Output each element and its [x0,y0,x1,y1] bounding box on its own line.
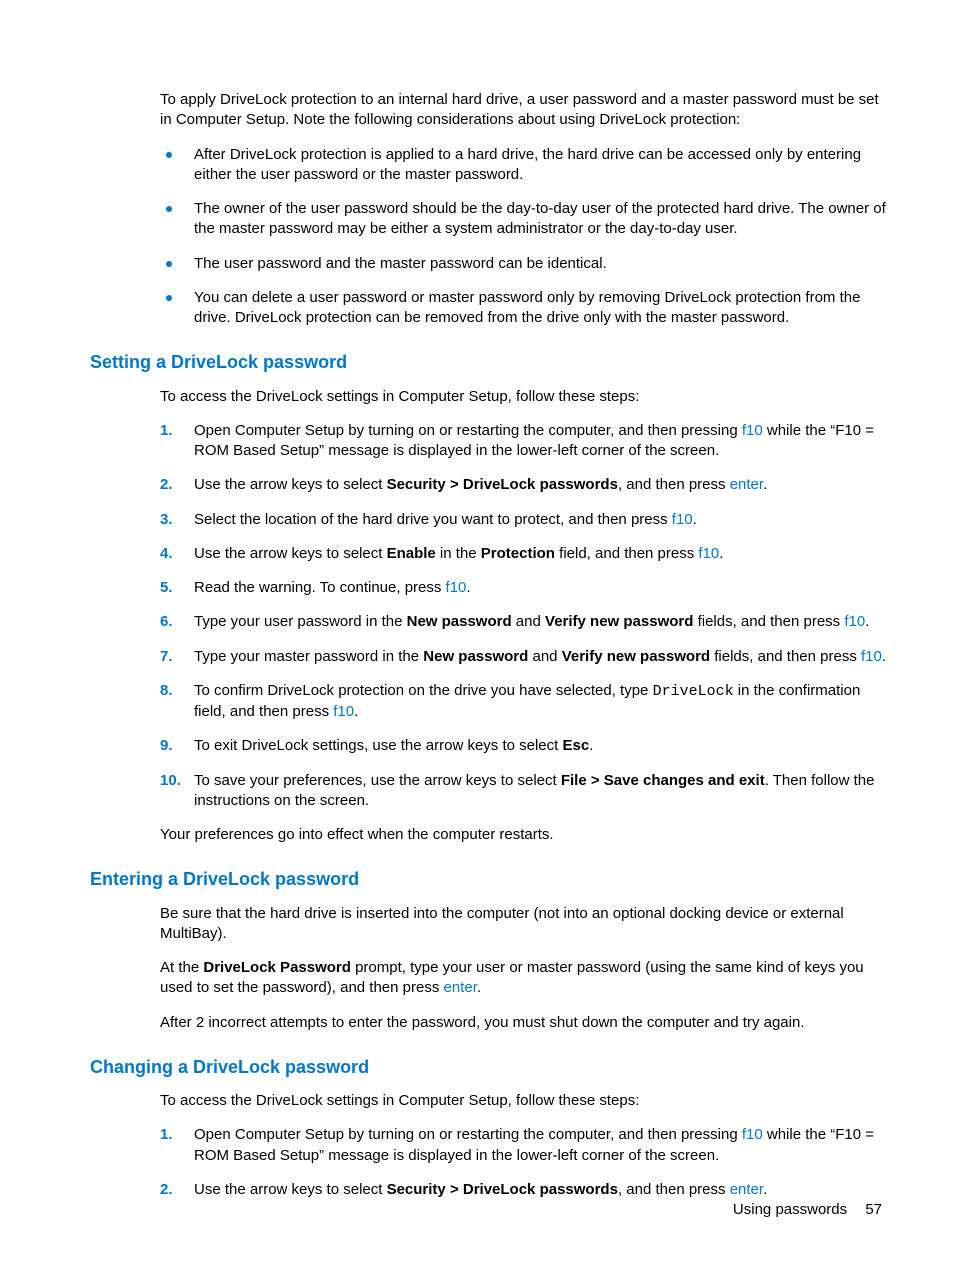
step-item: Use the arrow keys to select Enable in t… [160,544,894,564]
step-item: To exit DriveLock settings, use the arro… [160,736,894,756]
menu-path: Security > DriveLock passwords [387,476,618,493]
text: , and then press [618,1181,730,1198]
footer-label: Using passwords [733,1201,847,1218]
heading-entering: Entering a DriveLock password [90,867,894,891]
bullet-item: The owner of the user password should be… [160,199,894,240]
step-item: Type your master password in the New pas… [160,647,894,667]
text: . [882,648,886,665]
step-item: Type your user password in the New passw… [160,612,894,632]
field-name: Verify new password [562,648,710,665]
setting-outro: Your preferences go into effect when the… [160,825,894,845]
text: , and then press [618,476,730,493]
text: Use the arrow keys to select [194,545,387,562]
literal-text: DriveLock [653,683,734,700]
field-name: New password [407,613,512,630]
text: Select the location of the hard drive yo… [194,511,672,528]
text: . [693,511,697,528]
key-enter: enter [444,979,477,996]
text: Use the arrow keys to select [194,1181,387,1198]
key-f10: f10 [742,1126,763,1143]
text: . [589,737,593,754]
field-name: Protection [481,545,555,562]
text: At the [160,959,203,976]
entering-p3: After 2 incorrect attempts to enter the … [160,1013,894,1033]
text: Type your master password in the [194,648,423,665]
field-name: Verify new password [545,613,693,630]
key-name: Esc [563,737,590,754]
step-item: Open Computer Setup by turning on or res… [160,421,894,462]
field-name: New password [423,648,528,665]
changing-steps: Open Computer Setup by turning on or res… [160,1125,894,1200]
heading-changing: Changing a DriveLock password [90,1055,894,1079]
text: To exit DriveLock settings, use the arro… [194,737,563,754]
menu-path: File > Save changes and exit [561,772,765,789]
key-f10: f10 [844,613,865,630]
step-item: To confirm DriveLock protection on the d… [160,681,894,723]
text: . [354,703,358,720]
key-f10: f10 [742,422,763,439]
bullet-item: After DriveLock protection is applied to… [160,145,894,186]
step-item: Use the arrow keys to select Security > … [160,1180,894,1200]
entering-p1: Be sure that the hard drive is inserted … [160,904,894,945]
key-enter: enter [730,1181,763,1198]
text: and [512,613,545,630]
page-number: 57 [865,1201,882,1218]
text: and [528,648,561,665]
text: . [466,579,470,596]
page-footer: Using passwords 57 [733,1200,882,1220]
text: . [477,979,481,996]
text: in the [436,545,481,562]
text: . [763,1181,767,1198]
text: . [763,476,767,493]
text: fields, and then press [693,613,844,630]
intro-paragraph: To apply DriveLock protection to an inte… [160,90,894,131]
step-item: Read the warning. To continue, press f10… [160,578,894,598]
text: . [719,545,723,562]
menu-path: Security > DriveLock passwords [387,1181,618,1198]
key-f10: f10 [672,511,693,528]
document-page: To apply DriveLock protection to an inte… [0,0,954,1270]
text: . [865,613,869,630]
step-item: Select the location of the hard drive yo… [160,510,894,530]
text: fields, and then press [710,648,861,665]
key-enter: enter [730,476,763,493]
bullet-item: You can delete a user password or master… [160,288,894,329]
step-item: To save your preferences, use the arrow … [160,771,894,812]
prompt-name: DriveLock Password [203,959,351,976]
text: Read the warning. To continue, press [194,579,446,596]
key-f10: f10 [698,545,719,562]
text: field, and then press [555,545,698,562]
bullet-item: The user password and the master passwor… [160,254,894,274]
key-f10: f10 [861,648,882,665]
text: Open Computer Setup by turning on or res… [194,1126,742,1143]
step-item: Use the arrow keys to select Security > … [160,475,894,495]
step-item: Open Computer Setup by turning on or res… [160,1125,894,1166]
heading-setting: Setting a DriveLock password [90,350,894,374]
changing-intro: To access the DriveLock settings in Comp… [160,1091,894,1111]
text: Type your user password in the [194,613,407,630]
text: Use the arrow keys to select [194,476,387,493]
setting-steps: Open Computer Setup by turning on or res… [160,421,894,811]
text: To save your preferences, use the arrow … [194,772,561,789]
key-f10: f10 [446,579,467,596]
setting-intro: To access the DriveLock settings in Comp… [160,387,894,407]
key-f10: f10 [333,703,354,720]
entering-p2: At the DriveLock Password prompt, type y… [160,958,894,999]
text: Open Computer Setup by turning on or res… [194,422,742,439]
intro-bullets: After DriveLock protection is applied to… [160,145,894,329]
field-value: Enable [387,545,436,562]
text: To confirm DriveLock protection on the d… [194,682,653,699]
